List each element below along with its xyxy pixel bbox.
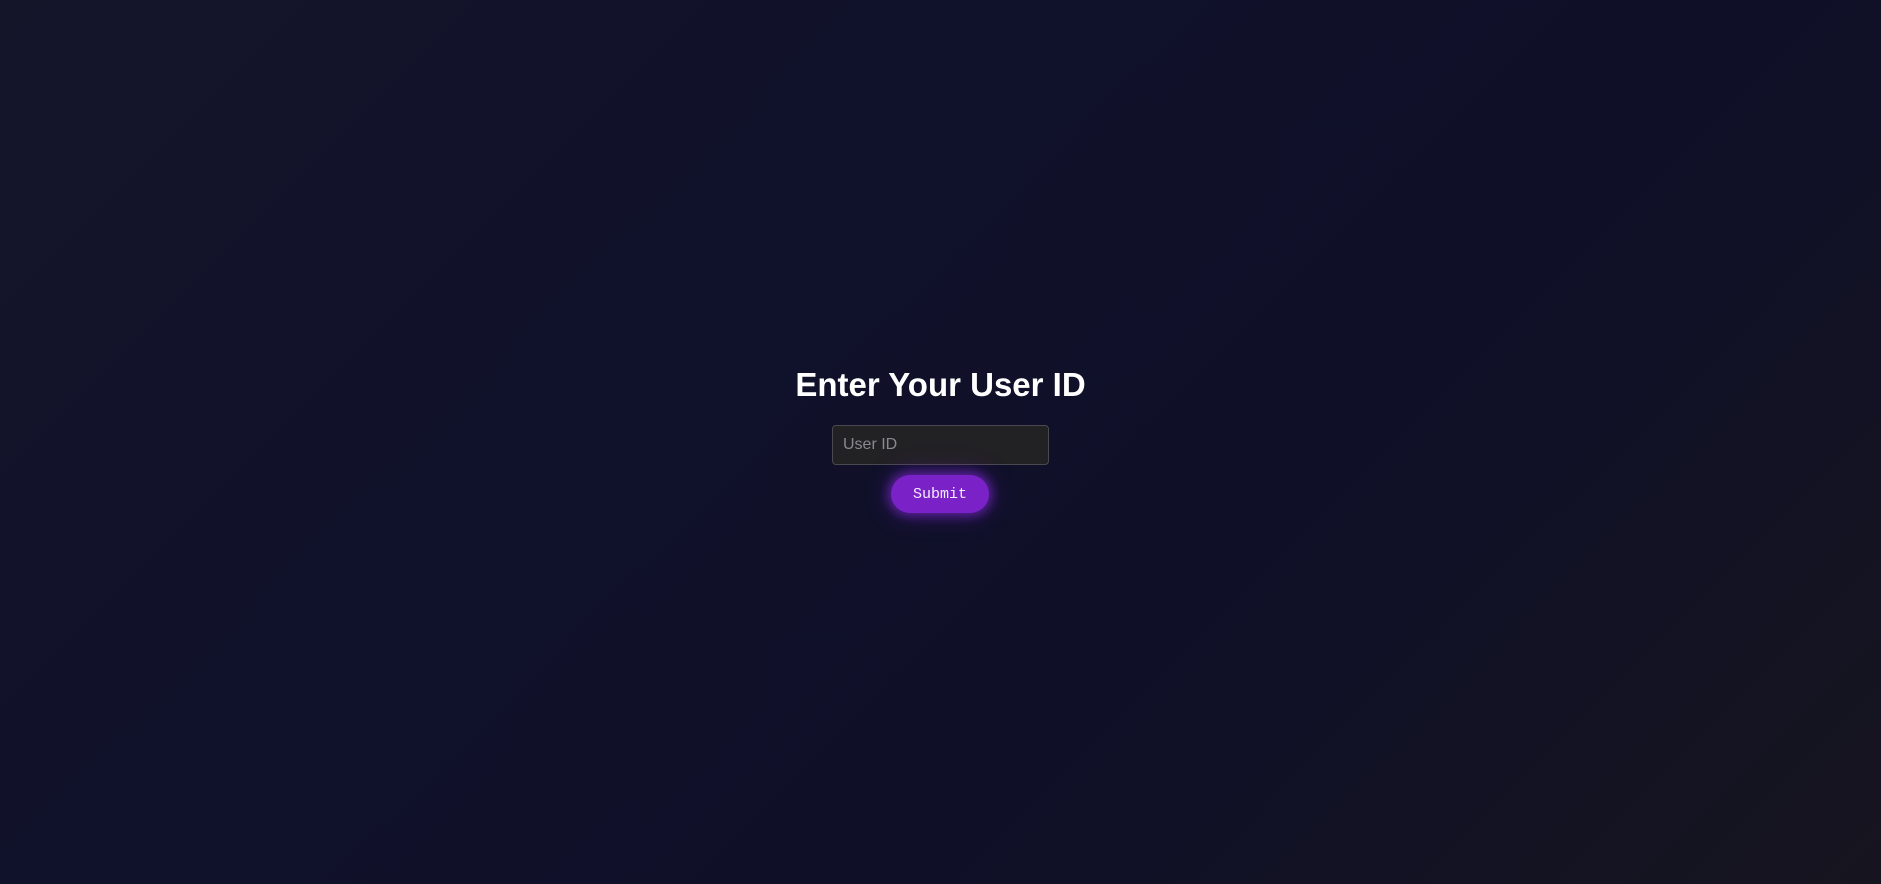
user-id-input[interactable] xyxy=(832,425,1049,465)
submit-button[interactable]: Submit xyxy=(891,475,989,513)
page-title: Enter Your User ID xyxy=(795,366,1086,403)
user-id-form: Enter Your User ID Submit xyxy=(0,0,1881,884)
